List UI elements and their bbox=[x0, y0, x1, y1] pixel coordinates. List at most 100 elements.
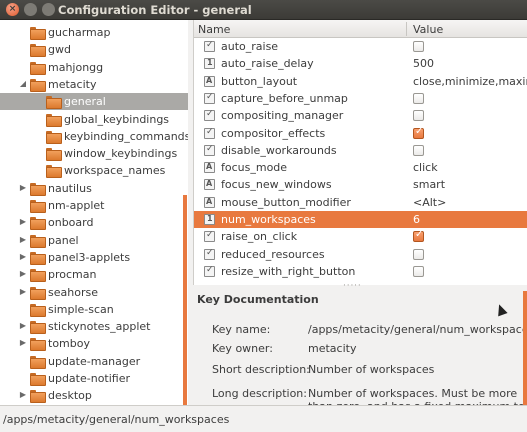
folder-icon bbox=[30, 234, 46, 248]
boolean-type-icon bbox=[204, 144, 215, 156]
minimize-window-button[interactable] bbox=[24, 3, 37, 16]
key-value[interactable]: click bbox=[413, 161, 438, 174]
tree-item-desktop[interactable]: ▶ desktop bbox=[0, 387, 188, 404]
collapse-arrow-icon[interactable]: ◢ bbox=[18, 79, 28, 89]
key-list[interactable]: Name Value auto_raise auto_raise_delay 500… bbox=[193, 20, 527, 285]
tree-item-label: seahorse bbox=[48, 285, 98, 299]
tree-item-nm-applet[interactable]: nm-applet bbox=[0, 197, 188, 214]
key-value-checkbox[interactable] bbox=[413, 144, 424, 156]
tree-item-keybinding_commands[interactable]: keybinding_commands bbox=[0, 128, 188, 145]
tree-item-label: mahjongg bbox=[48, 60, 104, 74]
key-value[interactable]: smart bbox=[413, 178, 445, 191]
tree-item-label: keybinding_commands bbox=[64, 129, 188, 143]
key-row-raise_on_click[interactable]: raise_on_click bbox=[194, 228, 527, 245]
key-value-checkbox[interactable] bbox=[413, 41, 424, 52]
tree-item-update-manager[interactable]: update-manager bbox=[0, 353, 188, 370]
tree-item-mahjongg[interactable]: mahjongg bbox=[0, 59, 188, 76]
key-row-focus_mode[interactable]: focus_mode click bbox=[194, 159, 527, 176]
tree-item-onboard[interactable]: ▶ onboard bbox=[0, 214, 188, 231]
boolean-type-icon bbox=[204, 127, 215, 139]
key-value[interactable]: 500 bbox=[413, 57, 434, 70]
tree-item-procman[interactable]: ▶ procman bbox=[0, 266, 188, 283]
key-value-checkbox[interactable] bbox=[413, 110, 424, 122]
tree-item-label: update-notifier bbox=[48, 372, 131, 385]
key-value-checkbox[interactable] bbox=[413, 248, 424, 260]
key-row-button_layout[interactable]: button_layout close,minimize,maxim bbox=[194, 73, 527, 90]
key-row-compositing_manager[interactable]: compositing_manager bbox=[194, 107, 527, 124]
expand-arrow-icon[interactable]: ▶ bbox=[18, 217, 28, 227]
key-value-checkbox[interactable] bbox=[413, 229, 424, 243]
key-value-checkbox[interactable] bbox=[413, 265, 424, 277]
maximize-window-button[interactable] bbox=[42, 3, 55, 16]
key-row-compositor_effects[interactable]: compositor_effects bbox=[194, 125, 527, 142]
tree-item-gucharmap[interactable]: gucharmap bbox=[0, 24, 188, 41]
key-value[interactable]: 6 bbox=[413, 213, 420, 226]
key-row-reduced_resources[interactable]: reduced_resources bbox=[194, 246, 527, 263]
key-name: auto_raise bbox=[221, 40, 279, 53]
directory-tree[interactable]: gucharmap gwd mahjongg ◢ metacity general glob… bbox=[0, 20, 188, 405]
short-description-label: Short description: bbox=[212, 363, 310, 376]
close-window-button[interactable]: × bbox=[6, 3, 19, 16]
boolean-type-icon bbox=[204, 230, 215, 243]
key-row-mouse_button_modifier[interactable]: mouse_button_modifier <Alt> bbox=[194, 194, 527, 211]
tree-item-window_keybindings[interactable]: window_keybindings bbox=[0, 145, 188, 162]
folder-icon bbox=[30, 217, 46, 231]
tree-item-label: panel bbox=[48, 233, 79, 247]
tree-item-update-notifier[interactable]: update-notifier bbox=[0, 370, 188, 387]
expand-arrow-icon[interactable]: ▶ bbox=[18, 390, 28, 400]
key-row-focus_new_windows[interactable]: focus_new_windows smart bbox=[194, 176, 527, 193]
key-value-checkbox[interactable] bbox=[413, 92, 424, 104]
status-bar: /apps/metacity/general/num_workspaces bbox=[0, 405, 527, 432]
tree-item-nautilus[interactable]: ▶ nautilus bbox=[0, 180, 188, 197]
tree-item-simple-scan[interactable]: simple-scan bbox=[0, 301, 188, 318]
key-value[interactable]: <Alt> bbox=[413, 196, 446, 209]
tree-item-label: simple-scan bbox=[48, 302, 114, 316]
column-separator[interactable] bbox=[406, 22, 407, 36]
string-type-icon bbox=[204, 179, 215, 191]
key-row-disable_workarounds[interactable]: disable_workarounds bbox=[194, 142, 527, 159]
tree-item-panel[interactable]: ▶ panel bbox=[0, 232, 188, 249]
tree-item-label: workspace_names bbox=[64, 164, 166, 178]
tree-item-panel3-applets[interactable]: ▶ panel3-applets bbox=[0, 249, 188, 266]
boolean-type-icon bbox=[204, 92, 215, 104]
key-row-auto_raise_delay[interactable]: auto_raise_delay 500 bbox=[194, 55, 527, 72]
long-description-label: Long description: bbox=[212, 387, 307, 400]
expand-arrow-icon[interactable]: ▶ bbox=[18, 338, 28, 348]
tree-item-workspace_names[interactable]: workspace_names bbox=[0, 162, 188, 179]
folder-icon bbox=[30, 269, 46, 283]
key-name-label: Key name: bbox=[212, 323, 271, 336]
key-value[interactable]: close,minimize,maxim bbox=[413, 75, 527, 88]
tree-item-label: desktop bbox=[48, 389, 92, 403]
expand-arrow-icon[interactable]: ▶ bbox=[18, 183, 28, 193]
current-key-path: /apps/metacity/general/num_workspaces bbox=[3, 413, 230, 426]
expand-arrow-icon[interactable]: ▶ bbox=[18, 287, 28, 297]
value-column-header[interactable]: Value bbox=[413, 23, 443, 36]
expand-arrow-icon[interactable]: ▶ bbox=[18, 252, 28, 262]
name-column-header[interactable]: Name bbox=[198, 23, 230, 36]
key-row-num_workspaces[interactable]: num_workspaces 6 bbox=[194, 211, 527, 228]
key-value-checkbox[interactable] bbox=[413, 126, 424, 139]
folder-icon bbox=[46, 113, 62, 127]
tree-item-tomboy[interactable]: ▶ tomboy bbox=[0, 335, 188, 352]
folder-icon bbox=[46, 165, 62, 179]
long-description-line-1: Number of workspaces. Must be more bbox=[308, 387, 518, 400]
key-row-resize_with_right_button[interactable]: resize_with_right_button bbox=[194, 263, 527, 280]
doc-scrollbar[interactable] bbox=[523, 291, 527, 405]
tree-item-metacity[interactable]: ◢ metacity bbox=[0, 76, 188, 93]
key-row-auto_raise[interactable]: auto_raise bbox=[194, 38, 527, 55]
key-name: resize_with_right_button bbox=[221, 264, 356, 278]
boolean-type-icon bbox=[204, 109, 215, 122]
tree-item-stickynotes_applet[interactable]: ▶ stickynotes_applet bbox=[0, 318, 188, 335]
expand-arrow-icon[interactable]: ▶ bbox=[18, 269, 28, 279]
tree-item-seahorse[interactable]: ▶ seahorse bbox=[0, 284, 188, 301]
tree-item-label: panel3-applets bbox=[48, 250, 131, 264]
expand-arrow-icon[interactable]: ▶ bbox=[18, 235, 28, 245]
expand-arrow-icon[interactable]: ▶ bbox=[18, 321, 28, 331]
tree-item-general[interactable]: general bbox=[0, 93, 188, 111]
key-name: num_workspaces bbox=[221, 213, 316, 226]
folder-icon bbox=[30, 78, 46, 92]
tree-item-global_keybindings[interactable]: global_keybindings bbox=[0, 111, 188, 128]
key-name: raise_on_click bbox=[221, 230, 298, 244]
tree-item-gwd[interactable]: gwd bbox=[0, 41, 188, 58]
key-row-capture_before_unmap[interactable]: capture_before_unmap bbox=[194, 90, 527, 107]
